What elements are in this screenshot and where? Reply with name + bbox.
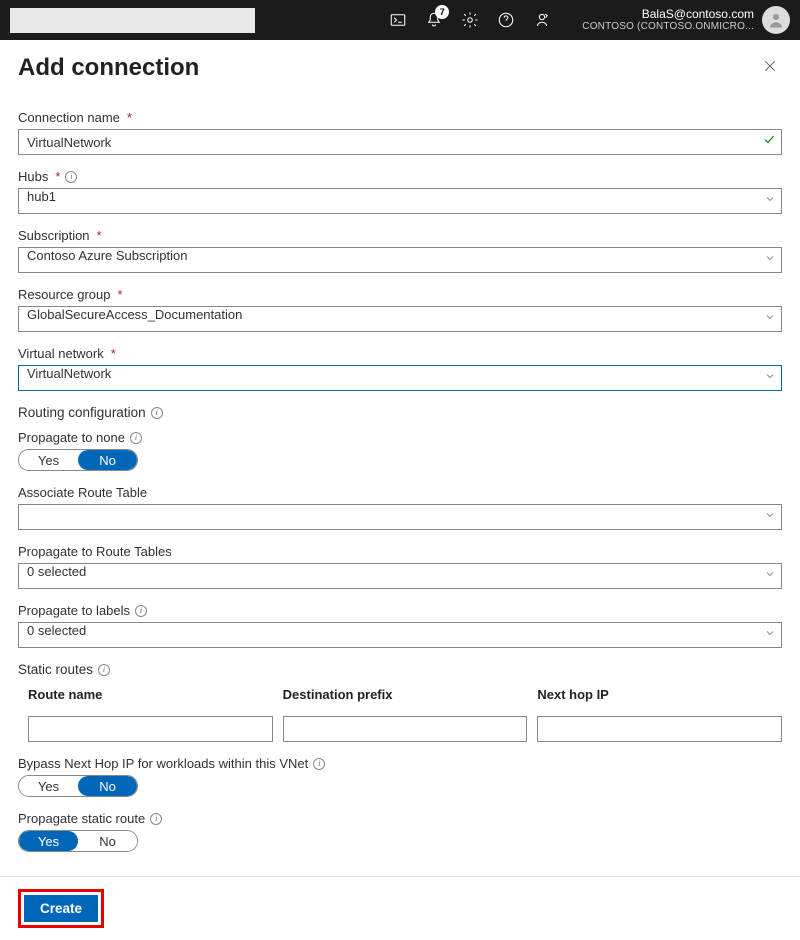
field-bypass-next-hop: Bypass Next Hop IP for workloads within … bbox=[18, 756, 782, 797]
route-name-column: Route name bbox=[28, 687, 273, 742]
label-associate-route-table: Associate Route Table bbox=[18, 485, 782, 500]
panel-heading: Add connection bbox=[18, 54, 782, 82]
static-routes-grid: Route name Destination prefix Next hop I… bbox=[18, 687, 782, 742]
label-propagate-static-route: Propagate static route i bbox=[18, 811, 782, 826]
destination-prefix-input[interactable] bbox=[283, 716, 528, 742]
field-connection-name: Connection name* bbox=[18, 110, 782, 155]
virtual-network-select[interactable]: VirtualNetwork bbox=[18, 365, 782, 391]
label-routing-configuration: Routing configuration i bbox=[18, 405, 782, 420]
label-virtual-network: Virtual network* bbox=[18, 346, 782, 361]
field-propagate-none: Propagate to none i Yes No bbox=[18, 430, 782, 471]
field-virtual-network: Virtual network* VirtualNetwork bbox=[18, 346, 782, 391]
info-icon[interactable]: i bbox=[151, 407, 163, 419]
user-email: BalaS@contoso.com bbox=[582, 8, 754, 21]
label-subscription: Subscription* bbox=[18, 228, 782, 243]
next-hop-ip-input[interactable] bbox=[537, 716, 782, 742]
header-actions: 7 BalaS@contoso.com CONTOSO (CONTOSO.ONM… bbox=[388, 6, 790, 34]
user-text: BalaS@contoso.com CONTOSO (CONTOSO.ONMIC… bbox=[582, 8, 754, 32]
destination-prefix-header: Destination prefix bbox=[283, 687, 528, 702]
next-hop-ip-column: Next hop IP bbox=[537, 687, 782, 742]
top-header: 7 BalaS@contoso.com CONTOSO (CONTOSO.ONM… bbox=[0, 0, 800, 40]
close-button[interactable] bbox=[762, 58, 782, 78]
bypass-yes[interactable]: Yes bbox=[19, 776, 78, 796]
add-connection-panel: Add connection Connection name* Hubs* i … bbox=[0, 40, 800, 876]
label-bypass-next-hop: Bypass Next Hop IP for workloads within … bbox=[18, 756, 782, 771]
associate-route-table-select[interactable] bbox=[18, 504, 782, 530]
field-subscription: Subscription* Contoso Azure Subscription bbox=[18, 228, 782, 273]
info-icon[interactable]: i bbox=[313, 758, 325, 770]
propagate-none-no[interactable]: No bbox=[78, 450, 137, 470]
subscription-select[interactable]: Contoso Azure Subscription bbox=[18, 247, 782, 273]
footer: Create bbox=[0, 876, 800, 940]
page-title: Add connection bbox=[18, 54, 199, 82]
create-button[interactable]: Create bbox=[24, 895, 98, 922]
create-highlight: Create bbox=[18, 889, 104, 928]
notifications-icon[interactable]: 7 bbox=[424, 10, 444, 30]
label-static-routes: Static routes i bbox=[18, 662, 782, 677]
propagate-none-toggle[interactable]: Yes No bbox=[18, 449, 138, 471]
connection-name-input[interactable] bbox=[18, 129, 782, 155]
field-associate-route-table: Associate Route Table bbox=[18, 485, 782, 530]
field-hubs: Hubs* i hub1 bbox=[18, 169, 782, 214]
resource-group-select[interactable]: GlobalSecureAccess_Documentation bbox=[18, 306, 782, 332]
propagate-none-yes[interactable]: Yes bbox=[19, 450, 78, 470]
info-icon[interactable]: i bbox=[98, 664, 110, 676]
bypass-toggle[interactable]: Yes No bbox=[18, 775, 138, 797]
feedback-icon[interactable] bbox=[532, 10, 552, 30]
bypass-no[interactable]: No bbox=[78, 776, 137, 796]
field-resource-group: Resource group* GlobalSecureAccess_Docum… bbox=[18, 287, 782, 332]
avatar bbox=[762, 6, 790, 34]
field-propagate-route-tables: Propagate to Route Tables 0 selected bbox=[18, 544, 782, 589]
info-icon[interactable]: i bbox=[130, 432, 142, 444]
info-icon[interactable]: i bbox=[135, 605, 147, 617]
propagate-route-tables-select[interactable]: 0 selected bbox=[18, 563, 782, 589]
notification-badge: 7 bbox=[435, 5, 449, 19]
propagate-static-toggle[interactable]: Yes No bbox=[18, 830, 138, 852]
route-name-header: Route name bbox=[28, 687, 273, 702]
label-propagate-route-tables: Propagate to Route Tables bbox=[18, 544, 782, 559]
label-hubs: Hubs* i bbox=[18, 169, 782, 184]
label-propagate-labels: Propagate to labels i bbox=[18, 603, 782, 618]
help-icon[interactable] bbox=[496, 10, 516, 30]
settings-icon[interactable] bbox=[460, 10, 480, 30]
propagate-static-yes[interactable]: Yes bbox=[19, 831, 78, 851]
field-propagate-labels: Propagate to labels i 0 selected bbox=[18, 603, 782, 648]
label-resource-group: Resource group* bbox=[18, 287, 782, 302]
search-placeholder-box[interactable] bbox=[10, 8, 255, 33]
user-tenant: CONTOSO (CONTOSO.ONMICRO... bbox=[582, 21, 754, 32]
info-icon[interactable]: i bbox=[65, 171, 77, 183]
label-propagate-none: Propagate to none i bbox=[18, 430, 782, 445]
hubs-select[interactable]: hub1 bbox=[18, 188, 782, 214]
field-propagate-static-route: Propagate static route i Yes No bbox=[18, 811, 782, 852]
info-icon[interactable]: i bbox=[150, 813, 162, 825]
label-connection-name: Connection name* bbox=[18, 110, 782, 125]
next-hop-ip-header: Next hop IP bbox=[537, 687, 782, 702]
propagate-labels-select[interactable]: 0 selected bbox=[18, 622, 782, 648]
cloud-shell-icon[interactable] bbox=[388, 10, 408, 30]
user-account[interactable]: BalaS@contoso.com CONTOSO (CONTOSO.ONMIC… bbox=[582, 6, 790, 34]
propagate-static-no[interactable]: No bbox=[78, 831, 137, 851]
required-star: * bbox=[127, 110, 132, 125]
destination-prefix-column: Destination prefix bbox=[283, 687, 528, 742]
route-name-input[interactable] bbox=[28, 716, 273, 742]
